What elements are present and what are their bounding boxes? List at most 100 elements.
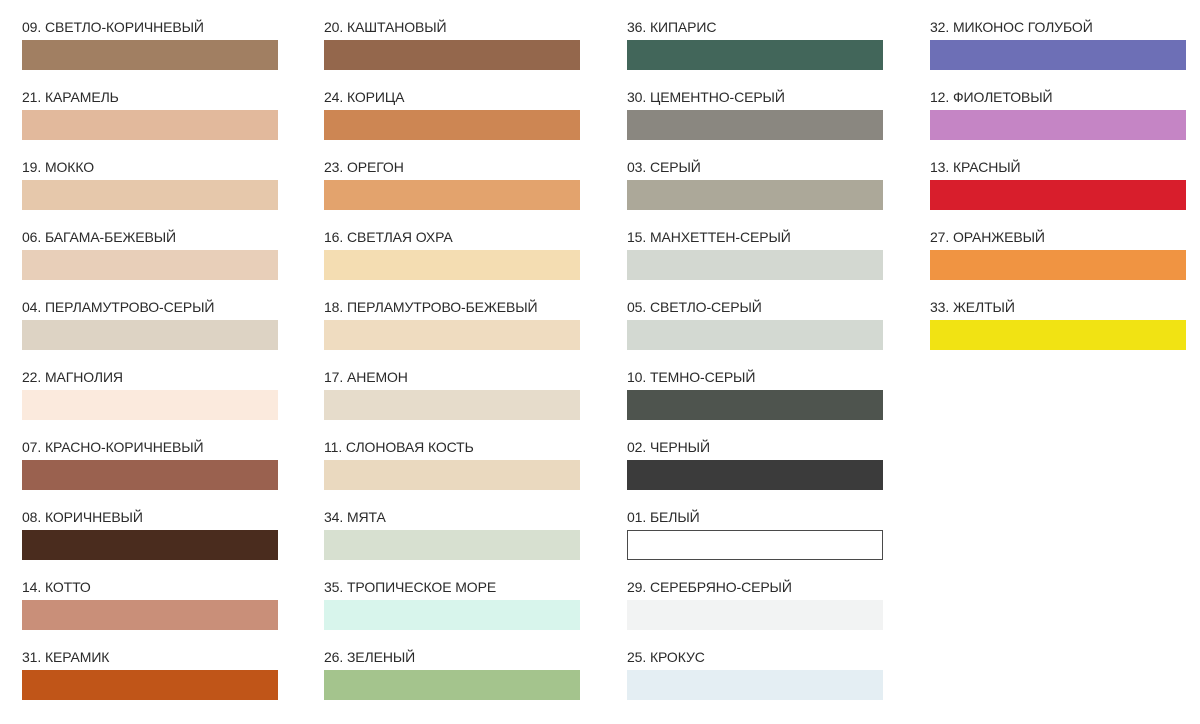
color-swatch-label: 21. КАРАМЕЛЬ: [22, 89, 119, 105]
color-swatch-item: 25. КРОКУС: [627, 647, 883, 717]
color-swatch-bar: [324, 460, 580, 490]
color-swatch-label: 19. МОККО: [22, 159, 95, 175]
color-palette: 09. СВЕТЛО-КОРИЧНЕВЫЙ 21. КАРАМЕЛЬ 19. МОК…: [0, 0, 1200, 724]
color-swatch-item: 04. ПЕРЛАМУТРОВО-СЕРЫЙ: [22, 297, 278, 367]
color-swatch-label: 01. БЕЛЫЙ: [627, 509, 700, 525]
color-swatch-label: 07. КРАСНО-КОРИЧНЕВЫЙ: [22, 439, 204, 455]
color-swatch-label: 02. ЧЕРНЫЙ: [627, 439, 710, 455]
color-swatch-bar: [324, 320, 580, 350]
palette-column-2: 20. КАШТАНОВЫЙ 24. КОРИЦА 23. ОРЕГОН 16. СВ…: [324, 17, 580, 717]
color-swatch-bar: [930, 180, 1186, 210]
color-swatch-label: 05. СВЕТЛО-СЕРЫЙ: [627, 299, 762, 315]
color-swatch-item: 32. МИКОНОС ГОЛУБОЙ: [930, 17, 1186, 87]
color-swatch-bar: [22, 250, 278, 280]
color-swatch-bar: [930, 110, 1186, 140]
color-swatch-label: 35. ТРОПИЧЕСКОЕ МОРЕ: [324, 579, 497, 595]
color-swatch-bar: [324, 390, 580, 420]
color-swatch-label: 11. СЛОНОВАЯ КОСТЬ: [324, 439, 474, 455]
color-swatch-label: 27. ОРАНЖЕВЫЙ: [930, 229, 1045, 245]
color-swatch-label: 16. СВЕТЛАЯ ОХРА: [324, 229, 453, 245]
color-swatch-label: 32. МИКОНОС ГОЛУБОЙ: [930, 19, 1093, 35]
color-swatch-bar: [22, 40, 278, 70]
color-swatch-bar: [22, 390, 278, 420]
color-swatch-bar: [22, 460, 278, 490]
color-swatch-item: 22. МАГНОЛИЯ: [22, 367, 278, 437]
palette-column-3: 36. КИПАРИС 30. ЦЕМЕНТНО-СЕРЫЙ 03. СЕРЫЙ 15…: [627, 17, 883, 717]
color-swatch-bar: [22, 110, 278, 140]
color-swatch-item: 34. МЯТА: [324, 507, 580, 577]
color-swatch-bar: [627, 530, 883, 560]
color-swatch-item: 05. СВЕТЛО-СЕРЫЙ: [627, 297, 883, 367]
color-swatch-item: 19. МОККО: [22, 157, 278, 227]
color-swatch-bar: [627, 600, 883, 630]
color-swatch-label: 12. ФИОЛЕТОВЫЙ: [930, 89, 1053, 105]
color-swatch-bar: [324, 670, 580, 700]
color-swatch-label: 15. МАНХЕТТЕН-СЕРЫЙ: [627, 229, 791, 245]
color-swatch-item: 03. СЕРЫЙ: [627, 157, 883, 227]
color-swatch-item: 31. КЕРАМИК: [22, 647, 278, 717]
color-swatch-item: 02. ЧЕРНЫЙ: [627, 437, 883, 507]
color-swatch-item: 17. АНЕМОН: [324, 367, 580, 437]
color-swatch-label: 31. КЕРАМИК: [22, 649, 110, 665]
color-swatch-label: 14. КОТТО: [22, 579, 91, 595]
palette-column-4: 32. МИКОНОС ГОЛУБОЙ 12. ФИОЛЕТОВЫЙ 13. КРА…: [930, 17, 1186, 367]
color-swatch-label: 20. КАШТАНОВЫЙ: [324, 19, 447, 35]
color-swatch-bar: [22, 670, 278, 700]
color-swatch-label: 06. БАГАМА-БЕЖЕВЫЙ: [22, 229, 176, 245]
color-swatch-label: 25. КРОКУС: [627, 649, 705, 665]
color-swatch-item: 36. КИПАРИС: [627, 17, 883, 87]
color-swatch-label: 23. ОРЕГОН: [324, 159, 404, 175]
color-swatch-item: 33. ЖЕЛТЫЙ: [930, 297, 1186, 367]
color-swatch-label: 18. ПЕРЛАМУТРОВО-БЕЖЕВЫЙ: [324, 299, 538, 315]
color-swatch-bar: [627, 320, 883, 350]
color-swatch-label: 04. ПЕРЛАМУТРОВО-СЕРЫЙ: [22, 299, 215, 315]
color-swatch-label: 29. СЕРЕБРЯНО-СЕРЫЙ: [627, 579, 792, 595]
color-swatch-label: 30. ЦЕМЕНТНО-СЕРЫЙ: [627, 89, 785, 105]
color-swatch-item: 08. КОРИЧНЕВЫЙ: [22, 507, 278, 577]
color-swatch-item: 12. ФИОЛЕТОВЫЙ: [930, 87, 1186, 157]
color-swatch-item: 06. БАГАМА-БЕЖЕВЫЙ: [22, 227, 278, 297]
color-swatch-item: 23. ОРЕГОН: [324, 157, 580, 227]
color-swatch-label: 13. КРАСНЫЙ: [930, 159, 1021, 175]
palette-column-1: 09. СВЕТЛО-КОРИЧНЕВЫЙ 21. КАРАМЕЛЬ 19. МОК…: [22, 17, 278, 717]
color-swatch-item: 07. КРАСНО-КОРИЧНЕВЫЙ: [22, 437, 278, 507]
color-swatch-label: 10. ТЕМНО-СЕРЫЙ: [627, 369, 756, 385]
color-swatch-item: 15. МАНХЕТТЕН-СЕРЫЙ: [627, 227, 883, 297]
color-swatch-label: 24. КОРИЦА: [324, 89, 405, 105]
color-swatch-label: 26. ЗЕЛЕНЫЙ: [324, 649, 416, 665]
color-swatch-bar: [324, 180, 580, 210]
color-swatch-item: 01. БЕЛЫЙ: [627, 507, 883, 577]
color-swatch-bar: [324, 40, 580, 70]
color-swatch-item: 26. ЗЕЛЕНЫЙ: [324, 647, 580, 717]
color-swatch-item: 30. ЦЕМЕНТНО-СЕРЫЙ: [627, 87, 883, 157]
color-swatch-label: 22. МАГНОЛИЯ: [22, 369, 123, 385]
color-swatch-item: 29. СЕРЕБРЯНО-СЕРЫЙ: [627, 577, 883, 647]
color-swatch-bar: [627, 180, 883, 210]
color-swatch-item: 13. КРАСНЫЙ: [930, 157, 1186, 227]
color-swatch-bar: [22, 530, 278, 560]
color-swatch-item: 20. КАШТАНОВЫЙ: [324, 17, 580, 87]
color-swatch-bar: [627, 670, 883, 700]
color-swatch-bar: [930, 40, 1186, 70]
color-swatch-label: 34. МЯТА: [324, 509, 386, 525]
color-swatch-item: 09. СВЕТЛО-КОРИЧНЕВЫЙ: [22, 17, 278, 87]
color-swatch-item: 16. СВЕТЛАЯ ОХРА: [324, 227, 580, 297]
color-swatch-bar: [324, 600, 580, 630]
color-swatch-bar: [324, 530, 580, 560]
color-swatch-item: 24. КОРИЦА: [324, 87, 580, 157]
color-swatch-item: 11. СЛОНОВАЯ КОСТЬ: [324, 437, 580, 507]
color-swatch-item: 18. ПЕРЛАМУТРОВО-БЕЖЕВЫЙ: [324, 297, 580, 367]
color-swatch-label: 36. КИПАРИС: [627, 19, 717, 35]
color-swatch-label: 33. ЖЕЛТЫЙ: [930, 299, 1015, 315]
color-swatch-bar: [22, 180, 278, 210]
color-swatch-item: 35. ТРОПИЧЕСКОЕ МОРЕ: [324, 577, 580, 647]
color-swatch-item: 27. ОРАНЖЕВЫЙ: [930, 227, 1186, 297]
color-swatch-item: 10. ТЕМНО-СЕРЫЙ: [627, 367, 883, 437]
color-swatch-bar: [627, 390, 883, 420]
color-swatch-label: 08. КОРИЧНЕВЫЙ: [22, 509, 143, 525]
color-swatch-bar: [627, 250, 883, 280]
color-swatch-label: 17. АНЕМОН: [324, 369, 408, 385]
color-swatch-item: 14. КОТТО: [22, 577, 278, 647]
color-swatch-bar: [22, 320, 278, 350]
color-swatch-label: 09. СВЕТЛО-КОРИЧНЕВЫЙ: [22, 19, 204, 35]
